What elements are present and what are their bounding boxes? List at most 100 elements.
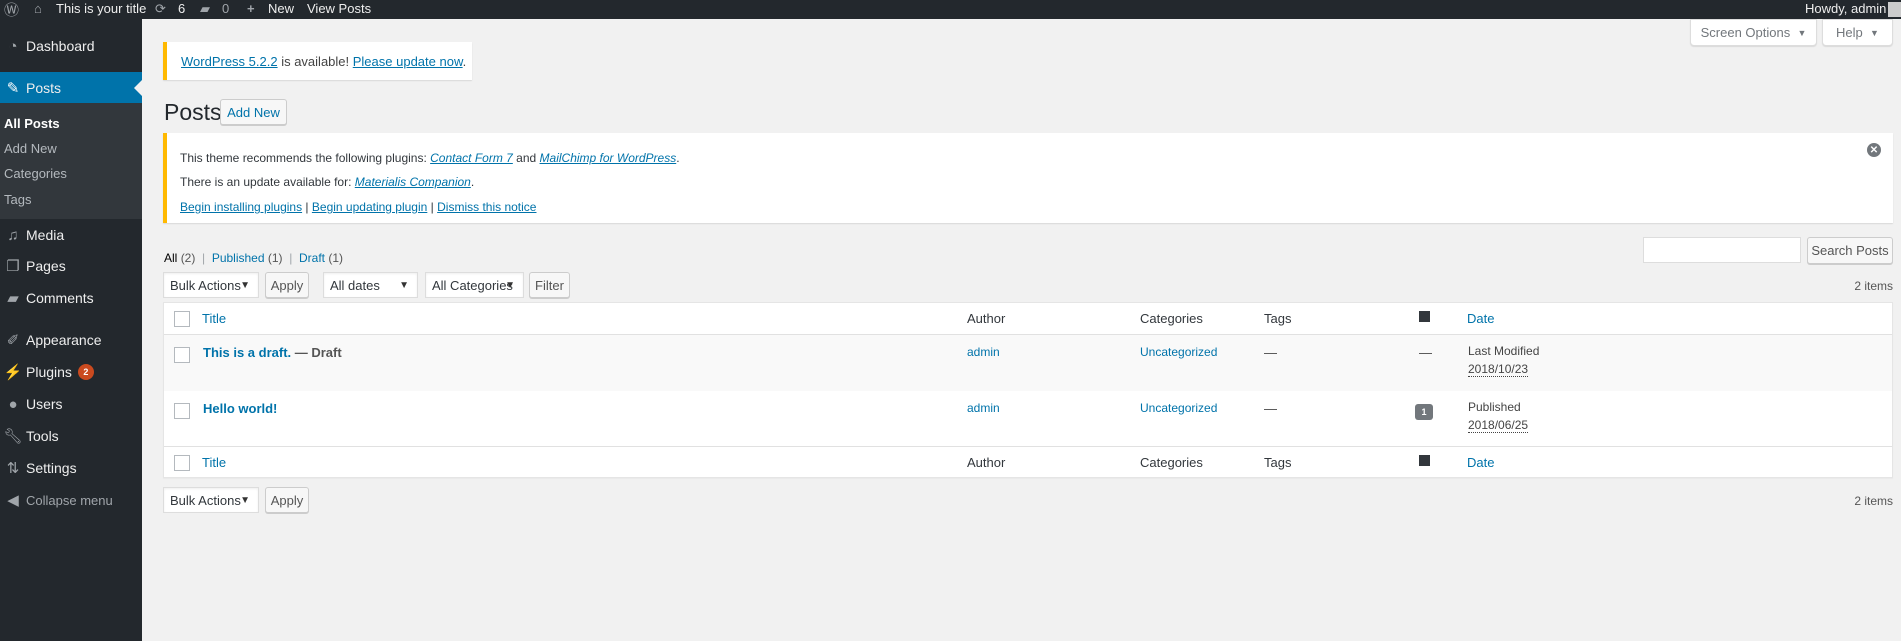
select-all-checkbox[interactable] xyxy=(174,455,190,471)
comment-icon xyxy=(1419,311,1430,322)
category-link[interactable]: Uncategorized xyxy=(1140,345,1217,359)
sidebar-item-settings[interactable]: ⇅ Settings xyxy=(0,453,142,483)
add-new-button[interactable]: Add New xyxy=(220,99,287,125)
wordpress-logo-icon[interactable]: Ⓦ xyxy=(4,0,19,20)
post-title-link[interactable]: This is a draft. xyxy=(203,345,291,360)
plugin-icon: ⚡ xyxy=(3,364,23,381)
sidebar-item-media[interactable]: ♫ Media xyxy=(0,220,142,250)
avatar[interactable] xyxy=(1888,2,1901,17)
admin-sidebar: ◔ Dashboard ✎ Posts All Posts Add New Cate… xyxy=(0,19,142,641)
sidebar-item-pages[interactable]: ❐ Pages xyxy=(0,251,142,281)
update-notice: WordPress 5.2.2 is available! Please upd… xyxy=(163,42,472,80)
plus-icon: + xyxy=(247,1,255,16)
view-posts-link[interactable]: View Posts xyxy=(307,1,371,16)
filter-draft[interactable]: Draft xyxy=(299,251,325,265)
updates-count[interactable]: 6 xyxy=(178,1,185,16)
submenu-categories[interactable]: Categories xyxy=(4,166,67,181)
begin-installing-link[interactable]: Begin installing plugins xyxy=(180,200,302,214)
materialis-companion-link[interactable]: Materialis Companion xyxy=(355,175,471,189)
wordpress-version-link[interactable]: WordPress 5.2.2 xyxy=(181,54,278,69)
filter-all[interactable]: All xyxy=(164,251,177,265)
plugin-notice: This theme recommends the following plug… xyxy=(163,133,1893,223)
chevron-down-icon: ▼ xyxy=(240,279,250,291)
sidebar-item-plugins[interactable]: ⚡ Plugins 2 xyxy=(0,357,142,387)
column-tags: Tags xyxy=(1264,311,1292,326)
sidebar-item-comments[interactable]: ▰ Comments xyxy=(0,283,142,313)
row-checkbox[interactable] xyxy=(174,403,190,419)
sidebar-item-posts[interactable]: ✎ Posts xyxy=(0,72,142,103)
begin-updating-link[interactable]: Begin updating plugin xyxy=(312,200,427,214)
sidebar-item-users[interactable]: ● Users xyxy=(0,389,142,419)
author-link[interactable]: admin xyxy=(967,401,1000,415)
bulk-actions-select[interactable]: Bulk Actions ▼ xyxy=(163,272,259,298)
post-status-filters: All (2) | Published (1) | Draft (1) xyxy=(164,251,344,265)
paintbrush-icon: ✐ xyxy=(6,332,20,349)
chevron-down-icon: ▼ xyxy=(399,279,409,291)
help-button[interactable]: Help ▼ xyxy=(1822,19,1893,46)
dashboard-icon: ◔ xyxy=(8,37,18,55)
mailchimp-link[interactable]: MailChimp for WordPress xyxy=(540,151,677,165)
plugins-badge: 2 xyxy=(77,364,94,380)
collapse-menu-button[interactable]: ◀ Collapse menu xyxy=(0,485,142,515)
date-label: Last Modified xyxy=(1468,344,1540,358)
wrench-icon: 🔧︎ xyxy=(3,428,23,445)
categories-select[interactable]: All Categories ▼ xyxy=(425,272,524,298)
author-link[interactable]: admin xyxy=(967,345,1000,359)
howdy-link[interactable]: Howdy, admin xyxy=(1805,1,1886,16)
page-title: Posts xyxy=(164,99,222,125)
sidebar-item-appearance[interactable]: ✐ Appearance xyxy=(0,325,142,355)
column-author: Author xyxy=(967,455,1006,470)
comment-icon xyxy=(1419,455,1430,466)
date-label: Published xyxy=(1468,400,1521,414)
bulk-actions-select-bottom[interactable]: Bulk Actions ▼ xyxy=(163,487,259,513)
column-title[interactable]: Title xyxy=(202,455,226,470)
contact-form-7-link[interactable]: Contact Form 7 xyxy=(430,151,513,165)
post-title-link[interactable]: Hello world! xyxy=(203,401,277,416)
site-title-link[interactable]: This is your title xyxy=(56,1,146,16)
sidebar-item-dashboard[interactable]: ◔ Dashboard xyxy=(0,31,142,61)
column-title[interactable]: Title xyxy=(202,311,226,326)
collapse-icon: ◀ xyxy=(7,492,19,509)
screen-options-button[interactable]: Screen Options ▼ xyxy=(1690,19,1817,46)
home-icon: ⌂ xyxy=(34,1,42,16)
search-posts-button[interactable]: Search Posts xyxy=(1807,237,1893,264)
comments-count[interactable]: 0 xyxy=(222,1,229,16)
update-now-link[interactable]: Please update now xyxy=(353,54,463,69)
comment-icon: ▰ xyxy=(200,1,210,16)
select-all-checkbox[interactable] xyxy=(174,311,190,327)
dismiss-notice-link[interactable]: Dismiss this notice xyxy=(437,200,536,214)
filter-button[interactable]: Filter xyxy=(529,272,570,298)
new-link[interactable]: New xyxy=(268,1,294,16)
close-icon[interactable]: ✕ xyxy=(1867,143,1881,157)
submenu-all-posts[interactable]: All Posts xyxy=(4,116,60,131)
column-date[interactable]: Date xyxy=(1467,311,1494,326)
settings-icon: ⇅ xyxy=(6,460,20,477)
row-checkbox[interactable] xyxy=(174,347,190,363)
sidebar-item-tools[interactable]: 🔧︎ Tools xyxy=(0,421,142,451)
comment-count-bubble[interactable]: 1 xyxy=(1415,404,1433,420)
posts-table: Title Author Categories Tags Date This i… xyxy=(163,302,1893,478)
submenu-add-new[interactable]: Add New xyxy=(4,141,57,156)
user-icon: ● xyxy=(8,395,18,413)
comment-icon: ▰ xyxy=(7,290,19,307)
tags-value: — xyxy=(1264,345,1277,360)
table-row: Hello world! admin Uncategorized — 1 Pub… xyxy=(164,391,1892,447)
apply-button-bottom[interactable]: Apply xyxy=(265,487,309,513)
comments-value: — xyxy=(1419,345,1432,360)
tags-value: — xyxy=(1264,401,1277,416)
date-value: 2018/06/25 xyxy=(1468,418,1529,433)
dates-select[interactable]: All dates ▼ xyxy=(323,272,418,298)
search-input[interactable] xyxy=(1643,237,1801,263)
category-link[interactable]: Uncategorized xyxy=(1140,401,1217,415)
table-footer: Title Author Categories Tags Date xyxy=(164,447,1892,478)
submenu-tags[interactable]: Tags xyxy=(4,192,31,207)
media-icon: ♫ xyxy=(7,226,19,244)
apply-button[interactable]: Apply xyxy=(265,272,309,298)
column-categories: Categories xyxy=(1140,311,1203,326)
active-arrow xyxy=(126,80,142,96)
column-date[interactable]: Date xyxy=(1467,455,1494,470)
column-tags: Tags xyxy=(1264,455,1292,470)
column-categories: Categories xyxy=(1140,455,1203,470)
date-value: 2018/10/23 xyxy=(1468,362,1529,377)
filter-published[interactable]: Published xyxy=(212,251,265,265)
